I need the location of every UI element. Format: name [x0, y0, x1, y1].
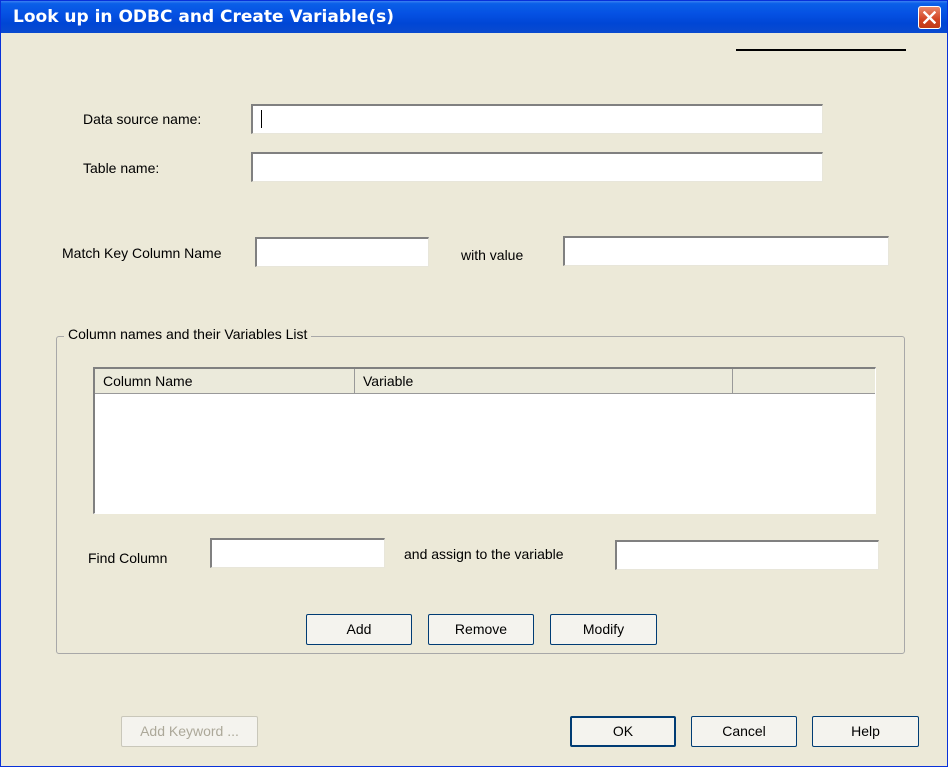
add-button[interactable]: Add: [306, 614, 412, 645]
add-keyword-button[interactable]: Add Keyword ...: [121, 716, 258, 747]
columns-groupbox-title: Column names and their Variables List: [64, 326, 312, 342]
column-header-extra[interactable]: [733, 369, 876, 393]
find-column-input[interactable]: [210, 538, 385, 568]
close-button[interactable]: [918, 6, 941, 29]
with-value-input[interactable]: [563, 236, 889, 266]
data-source-label: Data source name:: [83, 111, 202, 127]
with-value-label: with value: [461, 247, 524, 263]
help-button[interactable]: Help: [812, 716, 919, 747]
listview-header: Column Name Variable: [95, 369, 875, 394]
assign-variable-input[interactable]: [615, 540, 879, 570]
table-name-input[interactable]: [251, 152, 823, 182]
column-header-variable[interactable]: Variable: [355, 369, 733, 393]
dialog-window: Look up in ODBC and Create Variable(s) D…: [0, 0, 948, 767]
find-column-label: Find Column: [88, 550, 168, 566]
close-icon: [923, 11, 936, 24]
remove-button[interactable]: Remove: [428, 614, 534, 645]
window-title: Look up in ODBC and Create Variable(s): [13, 7, 395, 27]
ok-button[interactable]: OK: [570, 716, 676, 747]
table-name-label: Table name:: [83, 160, 160, 176]
title-bar[interactable]: Look up in ODBC and Create Variable(s): [1, 1, 947, 33]
modify-button[interactable]: Modify: [550, 614, 657, 645]
divider-line: [736, 49, 906, 51]
columns-listview[interactable]: Column Name Variable: [93, 367, 876, 514]
assign-variable-label: and assign to the variable: [404, 546, 564, 562]
column-header-column-name[interactable]: Column Name: [95, 369, 355, 393]
match-key-input[interactable]: [255, 237, 429, 267]
cancel-button[interactable]: Cancel: [691, 716, 797, 747]
match-key-label: Match Key Column Name: [62, 245, 222, 261]
data-source-input[interactable]: [251, 104, 823, 134]
text-caret: [261, 110, 262, 128]
